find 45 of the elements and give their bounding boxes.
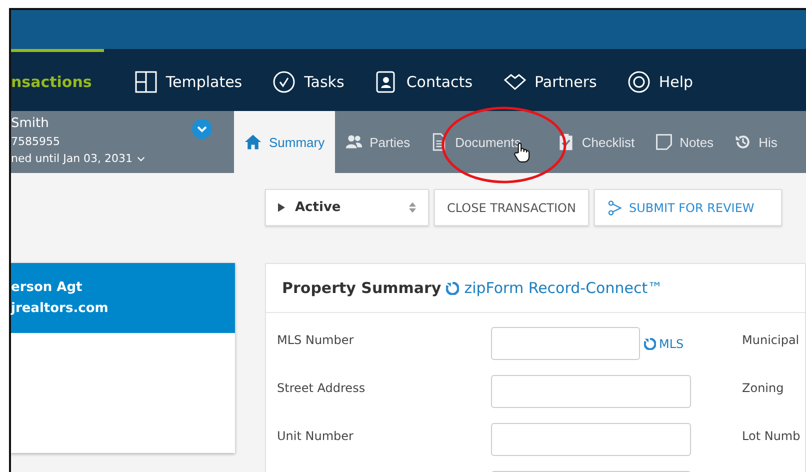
- play-icon: [278, 203, 285, 212]
- tab[interactable]: Documents: [420, 111, 547, 173]
- tab[interactable]: His: [724, 111, 788, 173]
- user-phone: 7585955: [11, 134, 61, 150]
- history-icon: [734, 133, 752, 151]
- field-label: Unit Number: [276, 428, 354, 443]
- field-label: Municipal: [742, 332, 800, 347]
- layout-icon: [134, 70, 158, 94]
- nav-item[interactable]: Tasks: [272, 49, 344, 111]
- sync-icon: [644, 338, 656, 350]
- people-icon: [344, 133, 363, 151]
- subscription-date[interactable]: ned until Jan 03, 2031: [11, 150, 145, 167]
- user-name: Smith: [11, 115, 50, 133]
- mls-link[interactable]: MLS: [640, 337, 692, 351]
- record-connect-link[interactable]: zipForm Record-Connect™: [464, 279, 663, 297]
- tab[interactable]: Parties: [334, 111, 420, 173]
- nav-item[interactable]: Partners: [502, 49, 597, 111]
- panel-title: Property Summary: [282, 279, 442, 297]
- sort-arrows-icon: [409, 202, 416, 213]
- input-field[interactable]: [491, 375, 691, 408]
- tab[interactable]: Notes: [644, 111, 724, 173]
- agent-email: jrealtors.com: [11, 301, 110, 316]
- status-select[interactable]: Active: [265, 189, 429, 226]
- chevron-down-button[interactable]: [192, 119, 212, 139]
- field-label: Street Address: [276, 380, 366, 395]
- chevron-down-icon: [136, 156, 145, 162]
- nav-item[interactable]: Help: [626, 49, 694, 111]
- input-field[interactable]: [491, 423, 691, 456]
- nav-item[interactable]: Templates: [134, 49, 242, 111]
- field-label: Lot Numb: [742, 428, 800, 443]
- submit-for-review-button[interactable]: SUBMIT FOR REVIEW: [594, 189, 782, 226]
- house-icon: [244, 133, 262, 151]
- field-label: Zoning: [742, 380, 784, 395]
- input-field[interactable]: [491, 327, 640, 360]
- lifebuoy-icon: [626, 70, 651, 94]
- field-label: MLS Number: [276, 332, 355, 347]
- sync-icon: [446, 282, 460, 294]
- tab[interactable]: Summary: [234, 111, 335, 173]
- agent-name: erson Agt: [11, 280, 84, 295]
- close-transaction-button[interactable]: CLOSE TRANSACTION: [434, 189, 589, 226]
- checkmark-circle-icon: [272, 70, 296, 94]
- nav-item[interactable]: Contacts: [374, 49, 473, 111]
- note-icon: [654, 133, 673, 151]
- route-icon: [606, 200, 623, 216]
- tab[interactable]: Checklist: [546, 111, 645, 173]
